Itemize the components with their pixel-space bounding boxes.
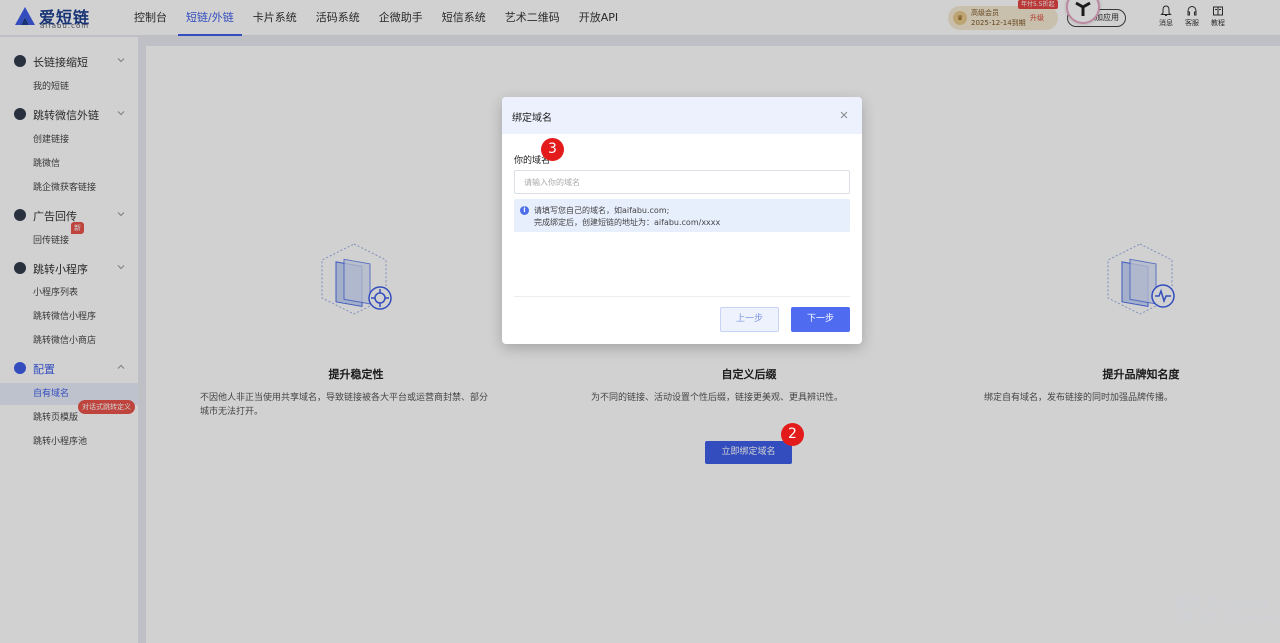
close-icon[interactable] [838,109,850,121]
dialog-divider [514,296,850,297]
prev-step-button[interactable]: 上一步 [720,307,779,332]
windows-activation-title: 激活 Windows [1174,595,1269,611]
step-badge-bind: 2 [781,423,804,446]
step-badge-input: 3 [541,138,564,161]
windows-activation-subtitle: 转到"设置"以激活 Windows。 [1174,613,1280,623]
domain-input[interactable] [514,170,850,194]
domain-tip: i 请填写您自己的域名，如aifabu.com; 完成绑定后，创建短链的地址为：… [514,199,850,232]
next-step-button[interactable]: 下一步 [791,307,850,332]
bind-domain-dialog: 绑定域名 你的域名 i 请填写您自己的域名，如aifabu.com; 完成绑定后… [502,97,862,344]
info-icon: i [520,206,529,215]
tip-line-1: 请填写您自己的域名，如aifabu.com; [534,206,670,215]
dialog-title: 绑定域名 [512,113,552,124]
dialog-header: 绑定域名 [502,97,862,134]
tip-line-2: 完成绑定后，创建短链的地址为：aifabu.com/xxxx [534,218,721,227]
